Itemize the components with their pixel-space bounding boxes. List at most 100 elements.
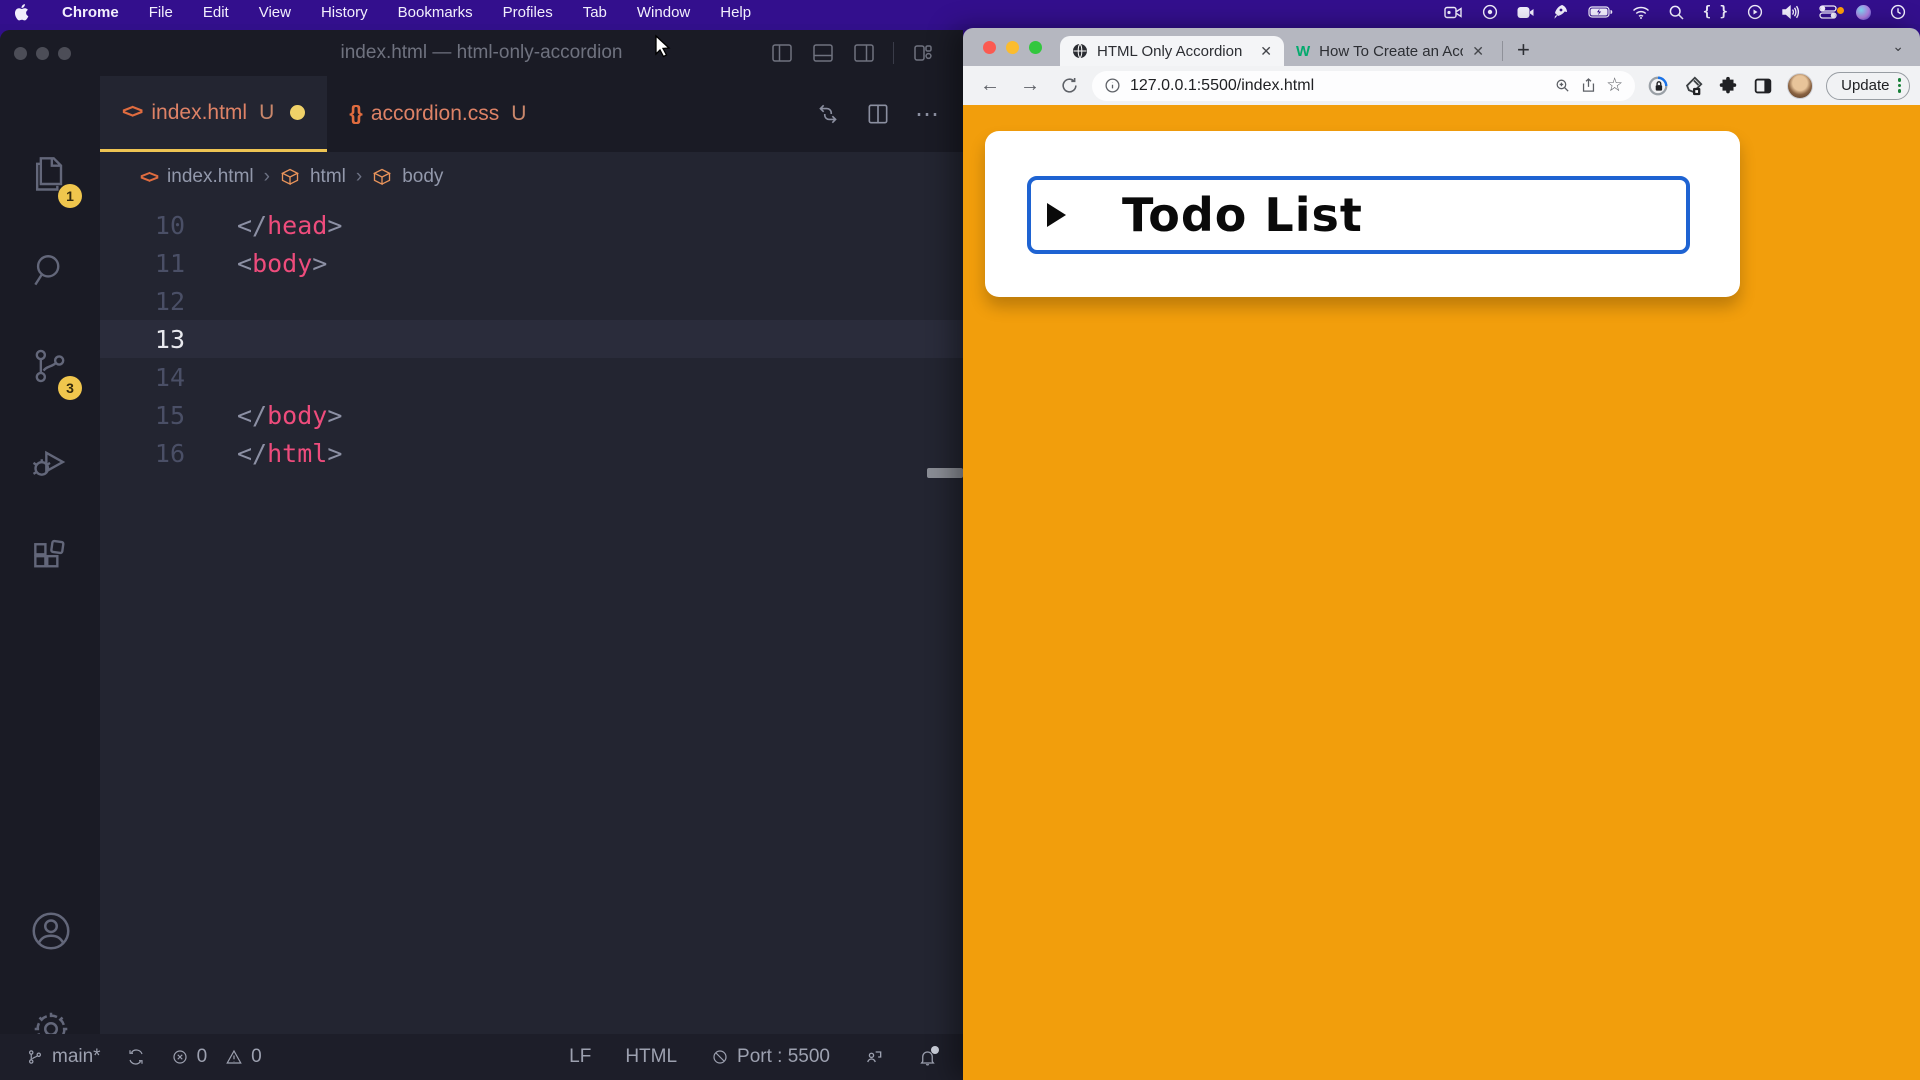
forward-button[interactable]: → bbox=[1013, 74, 1047, 97]
vscode-window: index.html — html-only-accordion 1 bbox=[0, 30, 963, 1080]
zoom-icon[interactable] bbox=[1554, 77, 1571, 94]
minimize-window-button[interactable] bbox=[36, 47, 49, 60]
extensions-puzzle-icon[interactable] bbox=[1717, 75, 1739, 97]
battery-icon[interactable] bbox=[1588, 6, 1613, 18]
braces-app-icon[interactable]: { } bbox=[1703, 4, 1728, 20]
vscode-activity-bar: 1 3 1 bbox=[0, 76, 100, 1044]
eol-indicator[interactable]: LF bbox=[569, 1046, 591, 1068]
close-tab-icon[interactable]: ✕ bbox=[1260, 43, 1272, 60]
volume-icon[interactable] bbox=[1782, 5, 1800, 19]
menu-item-window[interactable]: Window bbox=[622, 4, 705, 21]
code-line-11[interactable]: 11 <body> bbox=[100, 244, 963, 282]
notifications-bell-icon[interactable] bbox=[918, 1048, 937, 1067]
code-line-15[interactable]: 15 </body> bbox=[100, 396, 963, 434]
account-icon[interactable] bbox=[28, 908, 74, 954]
code-token: > bbox=[327, 439, 342, 468]
git-branch-item[interactable]: main* bbox=[26, 1046, 101, 1068]
code-line-12[interactable]: 12 bbox=[100, 282, 963, 320]
profile-avatar[interactable] bbox=[1787, 73, 1813, 99]
play-circle-icon[interactable] bbox=[1747, 4, 1763, 20]
zoom-window-button[interactable] bbox=[1029, 41, 1042, 54]
side-panel-icon[interactable] bbox=[1752, 75, 1774, 97]
share-icon[interactable] bbox=[1580, 77, 1597, 94]
screen-record-icon[interactable] bbox=[1482, 4, 1498, 20]
apple-logo-icon[interactable] bbox=[14, 4, 29, 21]
scrollbar-handle[interactable] bbox=[927, 468, 963, 478]
problems-item[interactable]: 0 0 bbox=[171, 1046, 262, 1068]
rocket-icon[interactable] bbox=[1553, 4, 1569, 20]
vscode-tab-strip: <> index.html U {} accordion.css U bbox=[100, 76, 963, 152]
unsaved-dot-icon[interactable] bbox=[290, 105, 305, 120]
close-window-button[interactable] bbox=[14, 47, 27, 60]
new-tab-button[interactable]: + bbox=[1509, 37, 1538, 63]
accordion-summary[interactable]: Todo List bbox=[1027, 176, 1690, 254]
tab-label: accordion.css bbox=[371, 102, 499, 126]
toggle-primary-sidebar-icon[interactable] bbox=[770, 41, 794, 65]
remote-session-icon[interactable] bbox=[864, 1047, 884, 1067]
toggle-secondary-sidebar-icon[interactable] bbox=[852, 41, 876, 65]
spotlight-search-icon[interactable] bbox=[1669, 5, 1684, 20]
reload-button[interactable] bbox=[1053, 76, 1086, 95]
url-text[interactable]: 127.0.0.1:5500/index.html bbox=[1130, 77, 1545, 95]
update-label: Update bbox=[1841, 77, 1889, 94]
video-camera-icon[interactable] bbox=[1444, 6, 1463, 19]
menu-item-tab[interactable]: Tab bbox=[568, 4, 622, 21]
siri-icon[interactable] bbox=[1856, 5, 1871, 20]
browser-tab-how-to-create-accordion[interactable]: W How To Create an Accordion ✕ bbox=[1284, 36, 1496, 66]
toggle-panel-icon[interactable] bbox=[811, 41, 835, 65]
breadcrumb-body-node[interactable]: body bbox=[402, 166, 443, 188]
eyedropper-extension-icon[interactable] bbox=[1682, 75, 1704, 97]
close-window-button[interactable] bbox=[983, 41, 996, 54]
menu-item-chrome[interactable]: Chrome bbox=[47, 4, 134, 21]
back-button[interactable]: ← bbox=[973, 74, 1007, 97]
vscode-layout-controls bbox=[770, 41, 935, 65]
browser-menu-dots-icon[interactable] bbox=[1898, 78, 1902, 93]
details-marker-triangle-icon[interactable] bbox=[1047, 203, 1066, 227]
menu-item-profiles[interactable]: Profiles bbox=[488, 4, 568, 21]
code-line-14[interactable]: 14 bbox=[100, 358, 963, 396]
split-editor-icon[interactable] bbox=[865, 101, 891, 127]
breadcrumb-file[interactable]: index.html bbox=[167, 166, 254, 188]
site-info-icon[interactable] bbox=[1104, 77, 1121, 94]
menu-item-edit[interactable]: Edit bbox=[188, 4, 244, 21]
camera-icon[interactable] bbox=[1517, 6, 1534, 19]
breadcrumb-html-node[interactable]: html bbox=[310, 166, 346, 188]
code-line-10[interactable]: 10 </head> bbox=[100, 206, 963, 244]
menu-item-help[interactable]: Help bbox=[705, 4, 766, 21]
live-server-port[interactable]: Port : 5500 bbox=[711, 1046, 830, 1068]
control-center-icon[interactable] bbox=[1819, 5, 1837, 19]
vscode-title-bar[interactable]: index.html — html-only-accordion bbox=[0, 30, 963, 76]
code-token: body bbox=[252, 249, 312, 278]
run-and-debug-icon[interactable] bbox=[28, 440, 72, 484]
line-number: 14 bbox=[100, 363, 185, 392]
tab-search-chevron-icon[interactable]: ⌄ bbox=[1892, 38, 1904, 55]
bookmark-star-icon[interactable]: ☆ bbox=[1606, 74, 1623, 97]
editor-tab-accordion-css[interactable]: {} accordion.css U bbox=[327, 76, 548, 152]
line-number: 15 bbox=[100, 401, 185, 430]
menu-item-view[interactable]: View bbox=[244, 4, 306, 21]
browser-tab-html-only-accordion[interactable]: HTML Only Accordion ✕ bbox=[1060, 36, 1284, 66]
update-chrome-button[interactable]: Update bbox=[1826, 72, 1910, 100]
code-line-16[interactable]: 16 </html> bbox=[100, 434, 963, 472]
customize-layout-icon[interactable] bbox=[911, 41, 935, 65]
open-changes-icon[interactable] bbox=[815, 101, 841, 127]
menu-item-history[interactable]: History bbox=[306, 4, 383, 21]
close-tab-icon[interactable]: ✕ bbox=[1472, 43, 1484, 60]
sync-changes-item[interactable] bbox=[127, 1048, 145, 1066]
search-icon[interactable] bbox=[28, 248, 72, 292]
privacy-extension-icon[interactable] bbox=[1647, 75, 1669, 97]
extensions-icon[interactable] bbox=[28, 536, 72, 580]
wifi-icon[interactable] bbox=[1632, 6, 1650, 19]
editor-tab-index-html[interactable]: <> index.html U bbox=[100, 76, 327, 152]
zoom-window-button[interactable] bbox=[58, 47, 71, 60]
code-editor[interactable]: 10 </head> 11 <body> 12 13 14 15 bbox=[100, 202, 963, 1044]
source-control-badge: 3 bbox=[58, 376, 82, 400]
menu-item-file[interactable]: File bbox=[134, 4, 188, 21]
clock-icon[interactable] bbox=[1890, 4, 1906, 20]
menu-item-bookmarks[interactable]: Bookmarks bbox=[383, 4, 488, 21]
address-bar[interactable]: 127.0.0.1:5500/index.html ☆ bbox=[1092, 71, 1635, 101]
minimize-window-button[interactable] bbox=[1006, 41, 1019, 54]
more-actions-icon[interactable]: ⋯ bbox=[915, 100, 941, 129]
code-line-13-active[interactable]: 13 bbox=[100, 320, 963, 358]
language-mode[interactable]: HTML bbox=[625, 1046, 677, 1068]
